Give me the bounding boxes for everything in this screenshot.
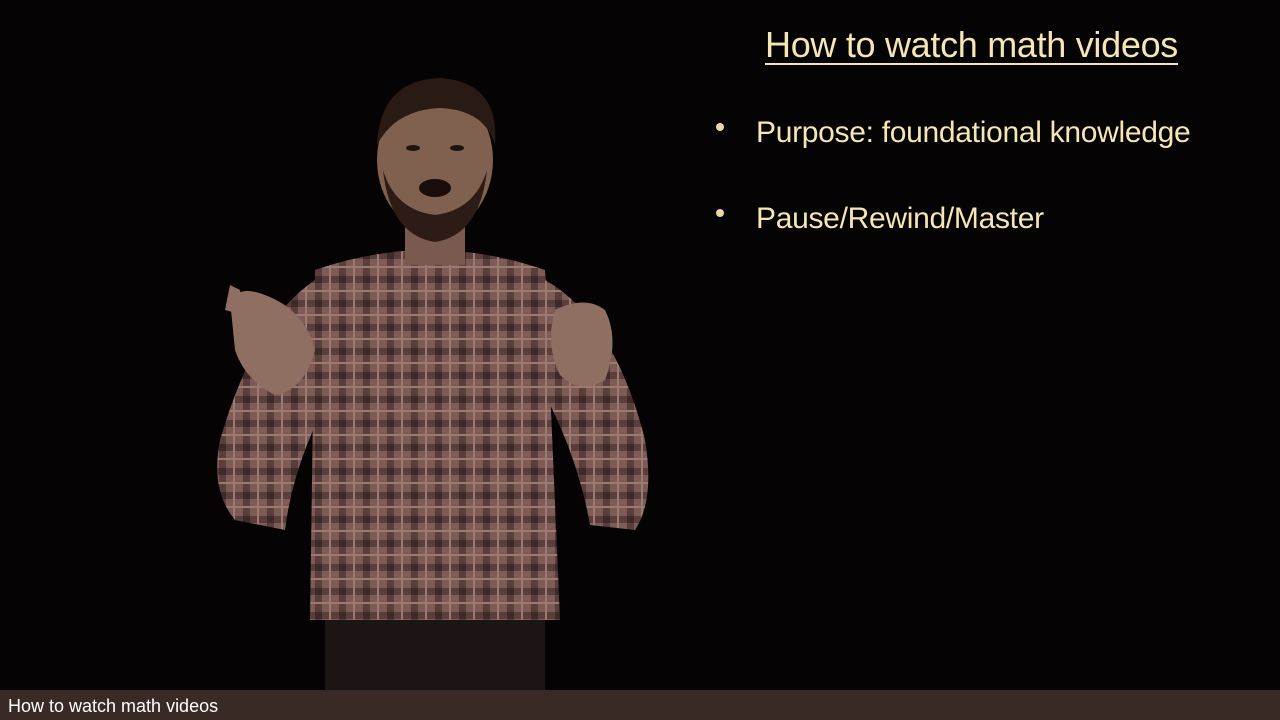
presenter-image — [217, 78, 649, 690]
list-item: Purpose: foundational knowledge — [712, 112, 1272, 198]
bullet-text: Purpose: foundational knowledge — [756, 116, 1191, 149]
bullet-list: Purpose: foundational knowledge Pause/Re… — [712, 112, 1272, 284]
bullet-text: Pause/Rewind/Master — [756, 202, 1044, 235]
caption-bar: How to watch math videos — [0, 690, 1280, 720]
video-frame: How to watch math videos Purpose: founda… — [0, 0, 1280, 720]
list-item: Pause/Rewind/Master — [712, 198, 1272, 284]
slide-title: How to watch math videos — [765, 24, 1178, 65]
caption-text: How to watch math videos — [8, 696, 219, 716]
bullet-dot-icon — [716, 123, 724, 131]
bullet-dot-icon — [716, 209, 724, 217]
